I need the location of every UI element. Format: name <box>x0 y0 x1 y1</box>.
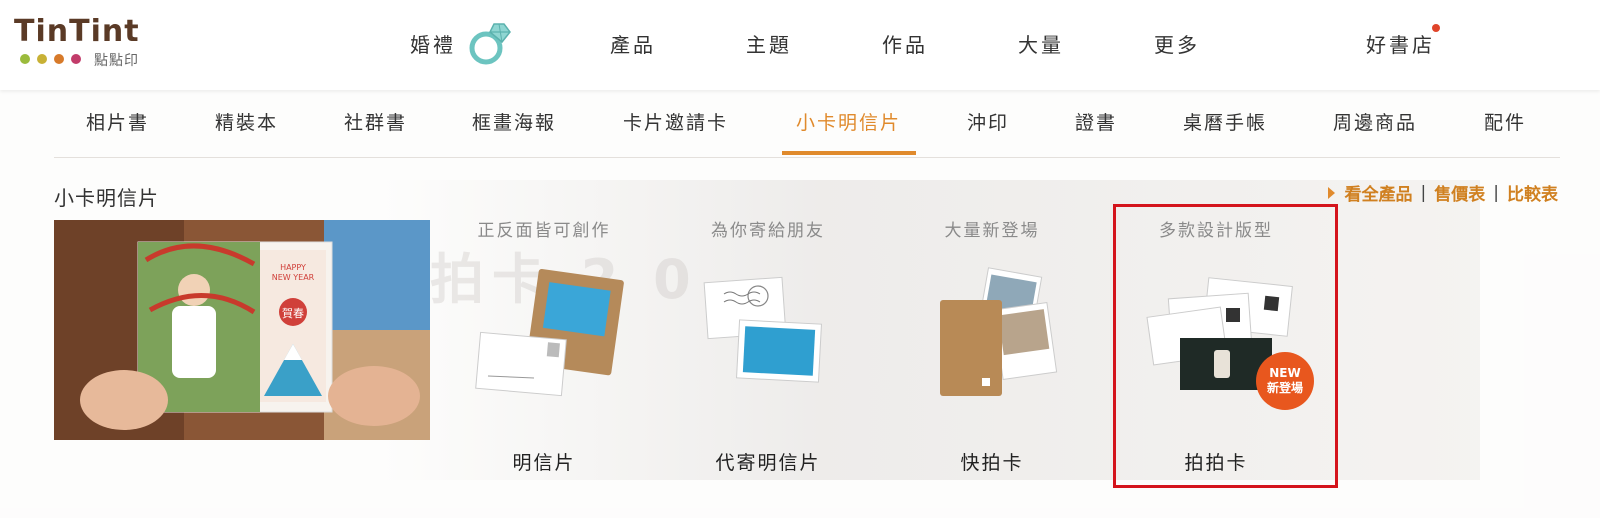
category-invitation-card[interactable]: 卡片邀請卡 <box>623 108 728 138</box>
link-separator: | <box>1493 182 1499 203</box>
topnav-wedding[interactable]: 婚禮 <box>410 30 456 60</box>
product-name: 快拍卡 <box>960 452 1024 474</box>
category-calendar-planner[interactable]: 桌曆手帳 <box>1183 108 1267 138</box>
category-nav: 相片書 精裝本 社群書 框畫海報 卡片邀請卡 小卡明信片 沖印 證書 桌曆手帳 … <box>54 90 1560 158</box>
category-framed-poster[interactable]: 框畫海報 <box>472 108 556 138</box>
product-card-pai-pai-card[interactable]: 多款設計版型 NEW 新登場 拍拍卡 <box>1116 206 1316 476</box>
compare-link[interactable]: 比較表 <box>1507 180 1558 205</box>
topnav-bulk[interactable]: 大量 <box>1018 30 1064 60</box>
product-name: 拍拍卡 <box>1184 452 1248 474</box>
triangle-right-icon <box>1327 186 1335 199</box>
hero-photo[interactable]: HAPPY NEW YEAR 賀春 <box>54 220 430 440</box>
postcard-thumbnail <box>475 269 624 397</box>
hero-card-line2: NEW YEAR <box>272 273 315 282</box>
product-tagline: 多款設計版型 <box>1159 221 1273 241</box>
product-tagline: 大量新登場 <box>944 221 1040 241</box>
topnav-works[interactable]: 作品 <box>882 30 928 60</box>
topnav-more[interactable]: 更多 <box>1154 30 1200 60</box>
hero-card-kanji: 賀春 <box>282 307 304 320</box>
category-social-book[interactable]: 社群書 <box>344 108 407 138</box>
category-merchandise[interactable]: 周邊商品 <box>1333 108 1417 138</box>
category-photobook[interactable]: 相片書 <box>86 108 149 138</box>
hero-illustration: HAPPY NEW YEAR 賀春 <box>54 220 430 440</box>
product-tagline: 正反面皆可創作 <box>477 221 611 241</box>
category-certificate[interactable]: 證書 <box>1075 108 1117 138</box>
topnav-products[interactable]: 產品 <box>610 30 656 60</box>
category-prints[interactable]: 沖印 <box>967 108 1009 138</box>
product-name: 明信片 <box>512 452 576 474</box>
new-badge: NEW 新登場 <box>1256 352 1314 410</box>
quick-photo-card-thumbnail <box>940 267 1058 396</box>
price-list-link[interactable]: 售價表 <box>1434 180 1485 205</box>
mailing-postcard-thumbnail <box>703 276 822 383</box>
product-card-postcard[interactable]: 正反面皆可創作 明信片 <box>444 206 644 476</box>
product-card-quick-photo-card[interactable]: 大量新登場 快拍卡 <box>892 206 1092 476</box>
product-tagline: 為你寄給朋友 <box>711 221 825 241</box>
site-header: TinTint 點點印 婚禮 產品 主題 作品 大量 更多 好書店 <box>0 0 1600 90</box>
topnav-themes[interactable]: 主題 <box>746 30 792 60</box>
ring-icon <box>469 23 511 65</box>
topnav-bookstore[interactable]: 好書店 <box>1366 30 1435 60</box>
product-name: 代寄明信片 <box>715 452 821 474</box>
category-hardcover[interactable]: 精裝本 <box>215 108 278 138</box>
top-navigation: 婚禮 產品 主題 作品 大量 更多 好書店 <box>0 0 1600 90</box>
section-links: 看全產品 | 售價表 | 比較表 <box>1327 180 1558 205</box>
active-tab-underline <box>782 151 916 155</box>
product-card-mailing-postcard[interactable]: 為你寄給朋友 代寄明信片 <box>668 206 868 476</box>
hero-card-line1: HAPPY <box>280 263 306 272</box>
new-badge-line2: 新登場 <box>1266 381 1303 395</box>
notification-dot <box>1432 24 1440 32</box>
view-all-products-link[interactable]: 看全產品 <box>1345 180 1413 205</box>
link-separator: | <box>1420 182 1427 203</box>
category-accessories[interactable]: 配件 <box>1484 108 1526 138</box>
section-title: 小卡明信片 <box>54 186 159 210</box>
category-postcard[interactable]: 小卡明信片 <box>796 108 901 138</box>
new-badge-line1: NEW <box>1269 366 1301 380</box>
